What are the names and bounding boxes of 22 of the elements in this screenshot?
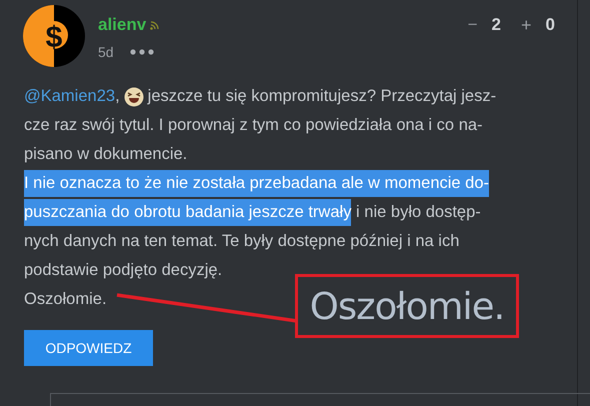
post-text: jeszcze tu się kompromitujesz? Przeczytaj jesz- bbox=[148, 86, 496, 107]
post-text: Oszołomie. bbox=[24, 289, 107, 310]
avatar-icon: $ bbox=[23, 5, 85, 67]
author-name[interactable]: alienv bbox=[98, 15, 146, 35]
downvote-button[interactable]: − bbox=[468, 15, 478, 36]
post-text: cze raz swój tytul. I porownaj z tym co powiedziała ona i co na- bbox=[24, 115, 483, 136]
user-mention[interactable]: @Kamien23 bbox=[24, 82, 116, 111]
callout-text: Oszołomie. bbox=[310, 284, 504, 328]
vote-count: 2 bbox=[492, 15, 502, 36]
more-icon[interactable] bbox=[130, 49, 154, 55]
reply-button[interactable]: ODPOWIEDZ bbox=[24, 330, 153, 366]
post-text: , bbox=[115, 86, 120, 107]
highlighted-text: I nie oznacza to że nie została przebadana ale w momencie do- bbox=[24, 170, 490, 197]
post-text: nych danych na ten temat. Te były dostępne później i na ich bbox=[24, 231, 460, 252]
rss-icon bbox=[150, 20, 160, 30]
laughing-emoji-icon bbox=[124, 86, 144, 106]
upvote-button[interactable]: + bbox=[521, 15, 532, 36]
vote-count: 0 bbox=[546, 15, 555, 36]
post-text: pisano w dokumencie. bbox=[24, 144, 188, 165]
post-time: 5d bbox=[98, 44, 114, 60]
post-text: i nie było dostęp- bbox=[355, 202, 481, 223]
post-text: podstawie podjęto decyzję. bbox=[24, 260, 222, 281]
